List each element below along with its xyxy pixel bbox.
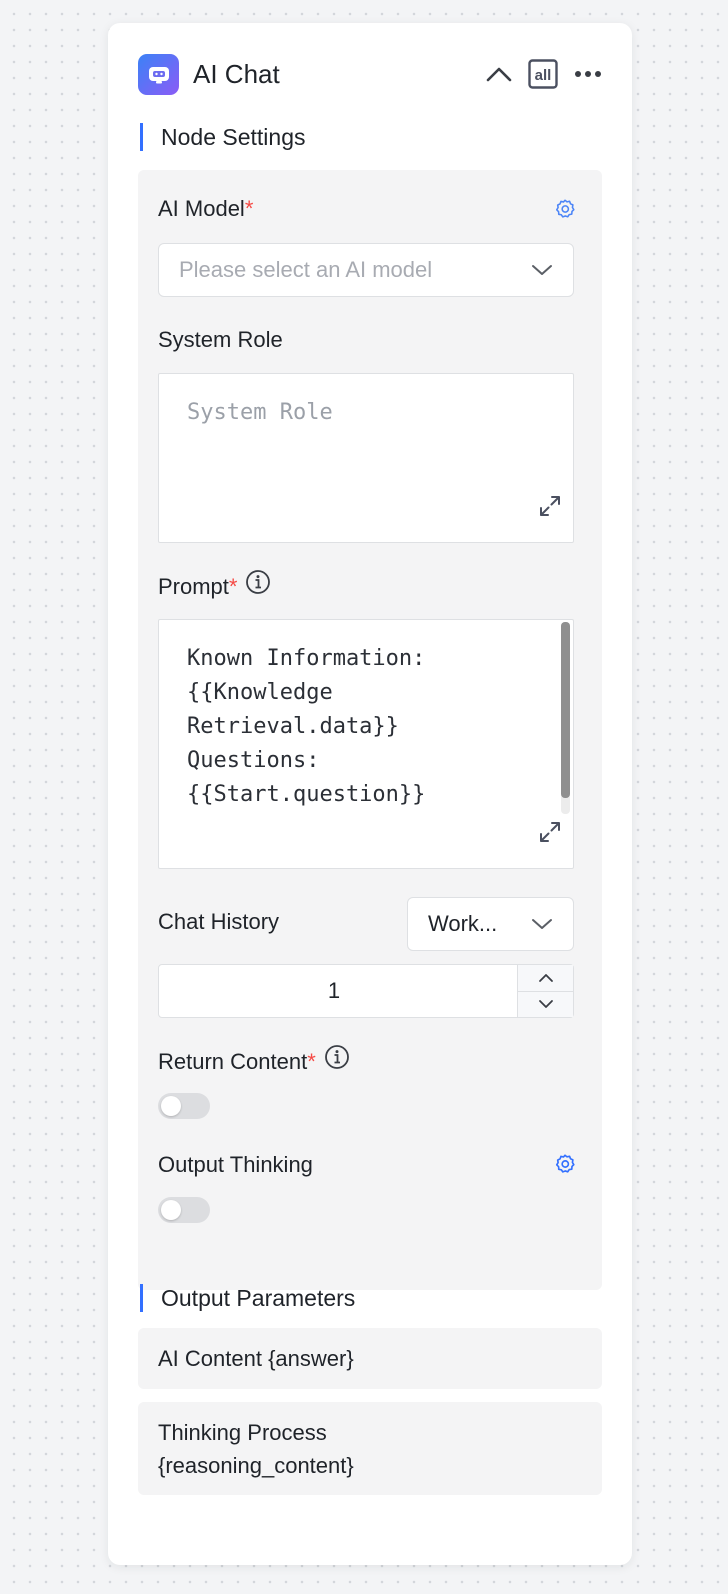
prompt-line: Retrieval.data}}: [187, 714, 399, 739]
ai-model-select[interactable]: Please select an AI model: [158, 243, 574, 297]
prompt-textarea[interactable]: Known Information: {{Knowledge Retrieval…: [158, 619, 574, 869]
prompt-label: Prompt*: [158, 569, 271, 604]
output-parameters-title: Output Parameters: [140, 1284, 355, 1312]
required-mark: *: [307, 1048, 316, 1074]
node-title: AI Chat: [193, 58, 280, 89]
system-role-label: System Role: [158, 327, 283, 352]
chat-history-selected-value: Work...: [428, 911, 498, 936]
toggle-knob: [161, 1096, 181, 1116]
prompt-line: Questions:: [187, 748, 320, 773]
node-header: AI Chat all: [138, 53, 602, 95]
chevron-down-icon: [531, 917, 553, 931]
stepper-buttons: [517, 965, 573, 1017]
header-actions: all: [486, 59, 602, 89]
output-thinking-settings-gear-icon[interactable]: [554, 1153, 576, 1180]
expand-icon[interactable]: [537, 493, 563, 530]
output-thinking-label: Output Thinking: [158, 1152, 313, 1177]
output-param-ai-content: AI Content {answer}: [138, 1328, 602, 1389]
required-mark: *: [244, 196, 254, 221]
chat-history-count-input[interactable]: 1: [159, 965, 517, 1017]
increment-button[interactable]: [518, 965, 573, 991]
chat-history-select[interactable]: Work...: [407, 897, 574, 951]
output-param-thinking-process: Thinking Process {reasoning_content}: [138, 1402, 602, 1495]
node-settings-title: Node Settings: [140, 123, 305, 151]
output-param-text-var: {reasoning_content}: [158, 1452, 354, 1478]
prompt-line: {{Start.question}}: [187, 782, 426, 807]
ai-chat-node-card: AI Chat all Node Settings AI Model* Plea…: [108, 23, 632, 1565]
system-role-placeholder: System Role: [187, 400, 333, 425]
prompt-line: {{Knowledge: [187, 680, 333, 705]
chevron-down-icon: [531, 263, 553, 277]
info-icon[interactable]: [245, 569, 271, 601]
prompt-scrollbar-thumb[interactable]: [561, 622, 570, 798]
return-content-label: Return Content*: [158, 1044, 350, 1079]
decrement-button[interactable]: [518, 990, 573, 1017]
chevron-up-icon: [538, 973, 553, 982]
ai-model-label: AI Model*: [158, 196, 254, 221]
chevron-down-icon: [538, 1000, 553, 1009]
expand-icon[interactable]: [537, 819, 563, 856]
info-icon[interactable]: [324, 1044, 350, 1076]
return-content-toggle[interactable]: [158, 1093, 210, 1119]
all-icon-label: all: [535, 67, 552, 84]
chat-history-count-stepper: 1: [158, 964, 574, 1018]
chat-history-label: Chat History: [158, 909, 280, 934]
prompt-line: Known Information:: [187, 646, 426, 671]
output-param-text: AI Content {answer}: [158, 1345, 354, 1371]
node-settings-panel: AI Model* Please select an AI model Syst…: [138, 170, 602, 1290]
all-icon[interactable]: all: [528, 59, 558, 89]
toggle-knob: [161, 1200, 181, 1220]
system-role-textarea[interactable]: System Role: [158, 373, 574, 543]
ai-model-placeholder: Please select an AI model: [179, 257, 433, 282]
robot-icon: [138, 53, 179, 95]
chevron-up-icon[interactable]: [486, 66, 512, 82]
more-icon[interactable]: [574, 70, 602, 78]
output-thinking-toggle[interactable]: [158, 1197, 210, 1223]
required-mark: *: [228, 573, 238, 599]
ai-model-settings-gear-icon[interactable]: [554, 198, 576, 225]
output-param-text: Thinking Process: [158, 1419, 327, 1445]
